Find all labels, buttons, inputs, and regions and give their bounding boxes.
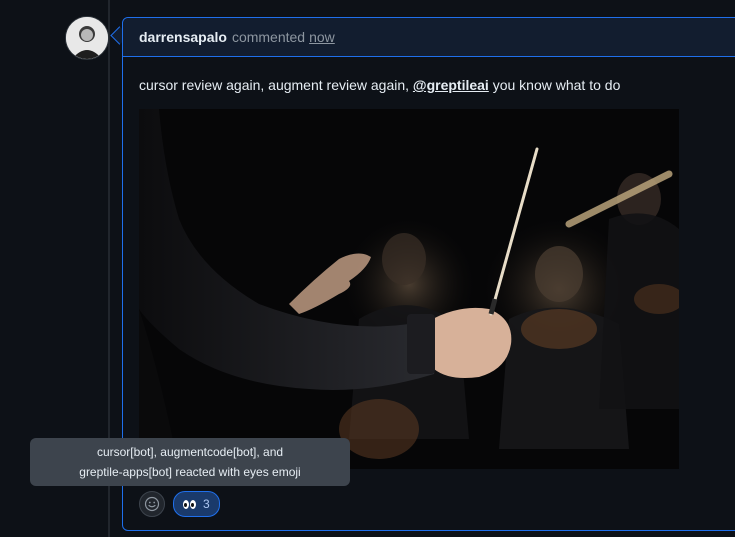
comment-author[interactable]: darrensapalo: [139, 29, 227, 45]
avatar[interactable]: [65, 16, 109, 60]
conductor-orchestra-photo: [139, 109, 679, 469]
eyes-icon: [183, 499, 196, 509]
comment-text-after: you know what to do: [488, 77, 621, 93]
tooltip-line-2: greptile-apps[bot] reacted with eyes emo…: [79, 465, 301, 479]
comment-timestamp[interactable]: now: [309, 29, 335, 45]
comment-image[interactable]: [139, 109, 679, 469]
smiley-icon: [144, 496, 160, 512]
reaction-tooltip: cursor[bot], augmentcode[bot], and grept…: [30, 438, 350, 486]
eyes-reaction-button[interactable]: 3: [173, 491, 220, 517]
mention-link[interactable]: @greptileai: [413, 77, 489, 93]
reaction-count: 3: [203, 497, 210, 511]
avatar-image: [66, 17, 108, 59]
reactions-bar: 3: [139, 491, 220, 517]
add-reaction-button[interactable]: [139, 491, 165, 517]
comment-text-before: cursor review again, augment review agai…: [139, 77, 413, 93]
comment-action: commented: [231, 29, 306, 45]
tooltip-line-1: cursor[bot], augmentcode[bot], and: [96, 445, 284, 459]
comment-text: cursor review again, augment review agai…: [139, 77, 725, 93]
comment-header: darrensapalo commented now: [123, 18, 735, 57]
